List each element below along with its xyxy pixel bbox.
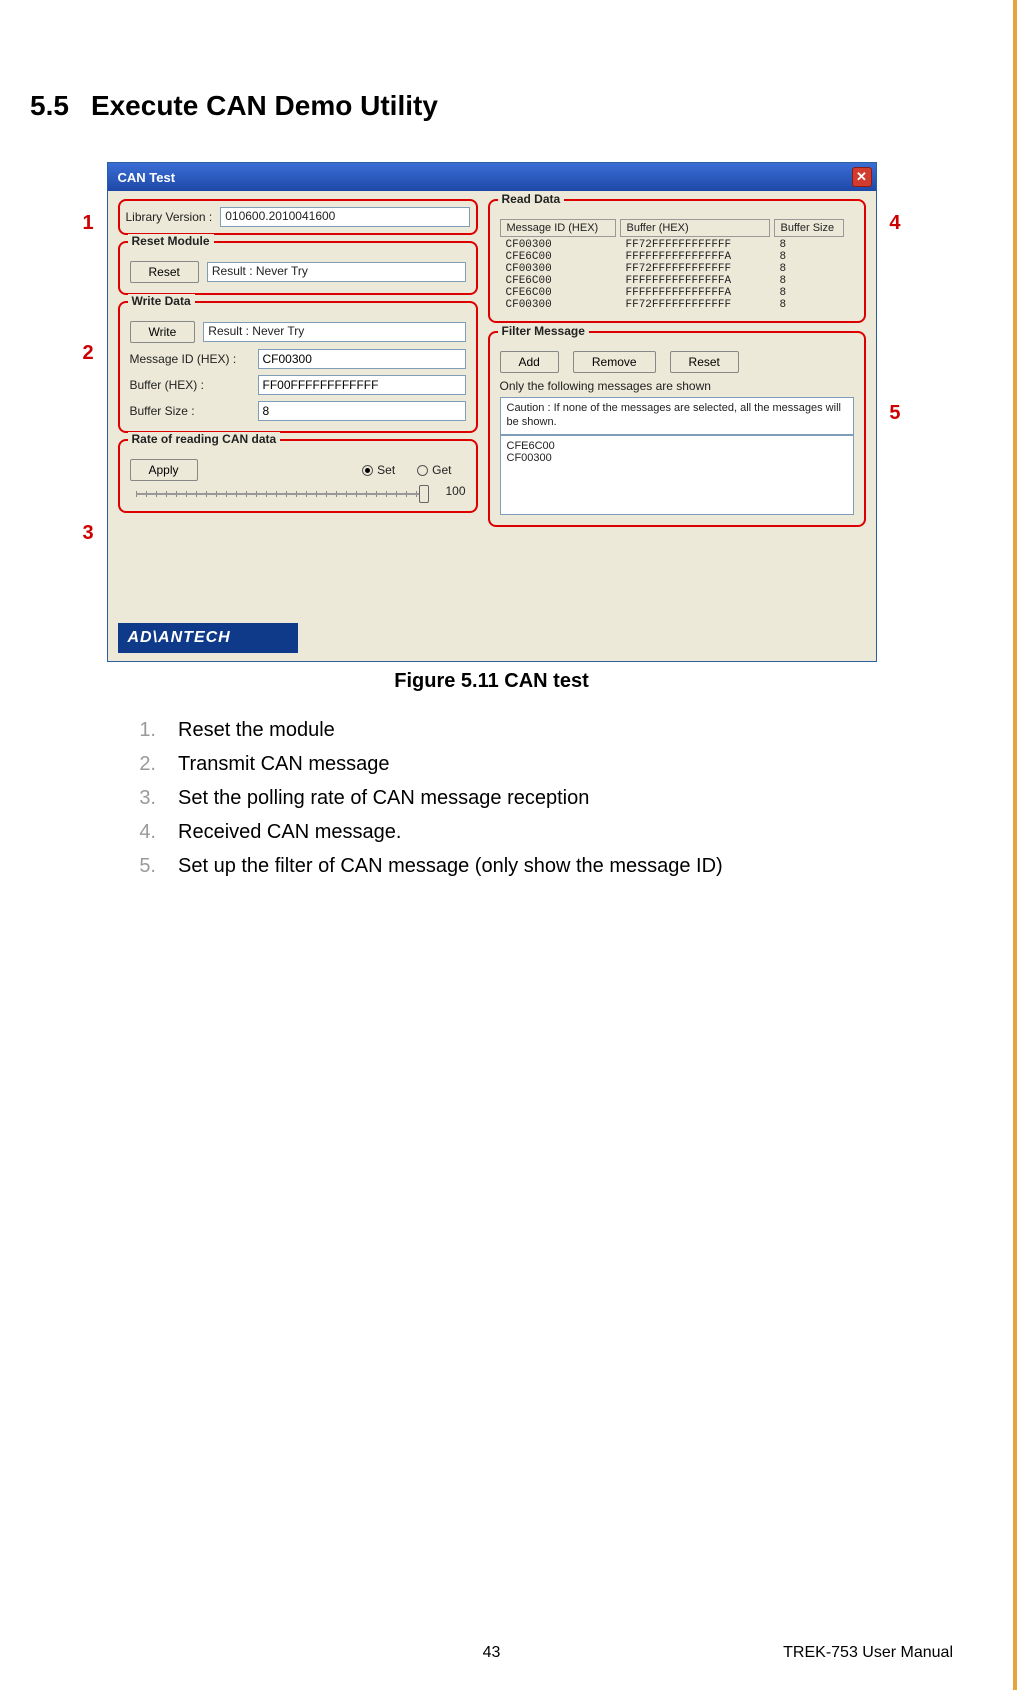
callout-3: 3 [83,522,94,545]
library-version-value: 010600.2010041600 [220,207,469,227]
table-row[interactable]: CF00300FF72FFFFFFFFFFFF8 [500,263,854,275]
rate-group: Rate of reading CAN data Apply Set Get [118,439,478,513]
rate-slider[interactable] [136,491,430,497]
can-test-window: CAN Test ✕ Library Version : 010600.2010… [107,162,877,662]
step-number: 2. [130,747,156,781]
read-rows: CF00300FF72FFFFFFFFFFFF8CFE6C00FFFFFFFFF… [500,239,854,311]
th-bufsize[interactable]: Buffer Size [774,219,844,237]
step-number: 4. [130,815,156,849]
advantech-logo: AD\ANTECH [118,623,298,653]
step-item: 2. Transmit CAN message [130,747,953,781]
filter-reset-button[interactable]: Reset [670,351,739,373]
read-data-group: Read Data Message ID (HEX) Buffer (HEX) … [488,199,866,323]
library-version-row: Library Version : 010600.2010041600 [118,199,478,235]
reset-result: Result : Never Try [207,262,466,282]
reset-module-group: Reset Module Reset Result : Never Try [118,241,478,295]
section-title: Execute CAN Demo Utility [91,90,438,122]
write-data-group: Write Data Write Result : Never Try Mess… [118,301,478,433]
screenshot-figure: 1 2 3 4 5 CAN Test ✕ Library Version : [87,162,897,662]
filter-message-group: Filter Message Add Remove Reset Only the… [488,331,866,527]
callout-2: 2 [83,342,94,365]
th-buffer[interactable]: Buffer (HEX) [620,219,770,237]
step-item: 3. Set the polling rate of CAN message re… [130,781,953,815]
msgid-input[interactable] [258,349,466,369]
page-footer: 43 TREK-753 User Manual [0,1644,1013,1662]
figure-caption: Figure 5.11 CAN test [30,670,953,693]
table-row[interactable]: CF00300FF72FFFFFFFFFFFF8 [500,299,854,311]
library-version-label: Library Version : [126,210,213,224]
filter-remove-button[interactable]: Remove [573,351,656,373]
read-legend: Read Data [498,192,565,206]
filter-note: Only the following messages are shown [500,379,854,393]
step-text: Set up the filter of CAN message (only s… [178,849,723,883]
step-number: 5. [130,849,156,883]
step-text: Set the polling rate of CAN message rece… [178,781,589,815]
manual-name: TREK-753 User Manual [783,1644,953,1662]
section-number: 5.5 [30,90,69,122]
step-item: 4. Received CAN message. [130,815,953,849]
step-text: Received CAN message. [178,815,401,849]
step-number: 3. [130,781,156,815]
table-row[interactable]: CFE6C00FFFFFFFFFFFFFFFA8 [500,251,854,263]
buffer-label: Buffer (HEX) : [130,378,250,392]
rate-legend: Rate of reading CAN data [128,432,281,446]
filter-listbox[interactable]: CFE6C00CF00300 [500,435,854,515]
step-number: 1. [130,713,156,747]
filter-legend: Filter Message [498,324,589,338]
apply-button[interactable]: Apply [130,459,198,481]
step-text: Reset the module [178,713,335,747]
window-title: CAN Test [118,170,176,185]
close-icon[interactable]: ✕ [852,167,872,187]
callout-1: 1 [83,212,94,235]
callout-4: 4 [889,212,900,235]
step-list: 1. Reset the module 2. Transmit CAN message… [130,713,953,883]
window-titlebar[interactable]: CAN Test ✕ [108,163,876,191]
reset-button[interactable]: Reset [130,261,199,283]
callout-5: 5 [889,402,900,425]
filter-caution: Caution : If none of the messages are se… [500,397,854,435]
filter-add-button[interactable]: Add [500,351,559,373]
table-row[interactable]: CF00300FF72FFFFFFFFFFFF8 [500,239,854,251]
list-item[interactable]: CF00300 [507,452,847,464]
section-heading: 5.5 Execute CAN Demo Utility [30,90,953,122]
bufsize-input[interactable] [258,401,466,421]
list-item[interactable]: CFE6C00 [507,440,847,452]
table-row[interactable]: CFE6C00FFFFFFFFFFFFFFFA8 [500,287,854,299]
read-table-header: Message ID (HEX) Buffer (HEX) Buffer Siz… [500,219,854,237]
rate-value: 100 [445,484,465,498]
th-msgid[interactable]: Message ID (HEX) [500,219,616,237]
radio-get[interactable]: Get [417,463,451,477]
msgid-label: Message ID (HEX) : [130,352,250,366]
reset-legend: Reset Module [128,234,214,248]
write-legend: Write Data [128,294,195,308]
buffer-input[interactable] [258,375,466,395]
table-row[interactable]: CFE6C00FFFFFFFFFFFFFFFA8 [500,275,854,287]
step-text: Transmit CAN message [178,747,390,781]
document-page: 5.5 Execute CAN Demo Utility 1 2 3 4 5 C… [0,0,1017,1690]
step-item: 5. Set up the filter of CAN message (only… [130,849,953,883]
radio-set[interactable]: Set [362,463,395,477]
write-result: Result : Never Try [203,322,465,342]
bufsize-label: Buffer Size : [130,404,250,418]
write-button[interactable]: Write [130,321,196,343]
step-item: 1. Reset the module [130,713,953,747]
